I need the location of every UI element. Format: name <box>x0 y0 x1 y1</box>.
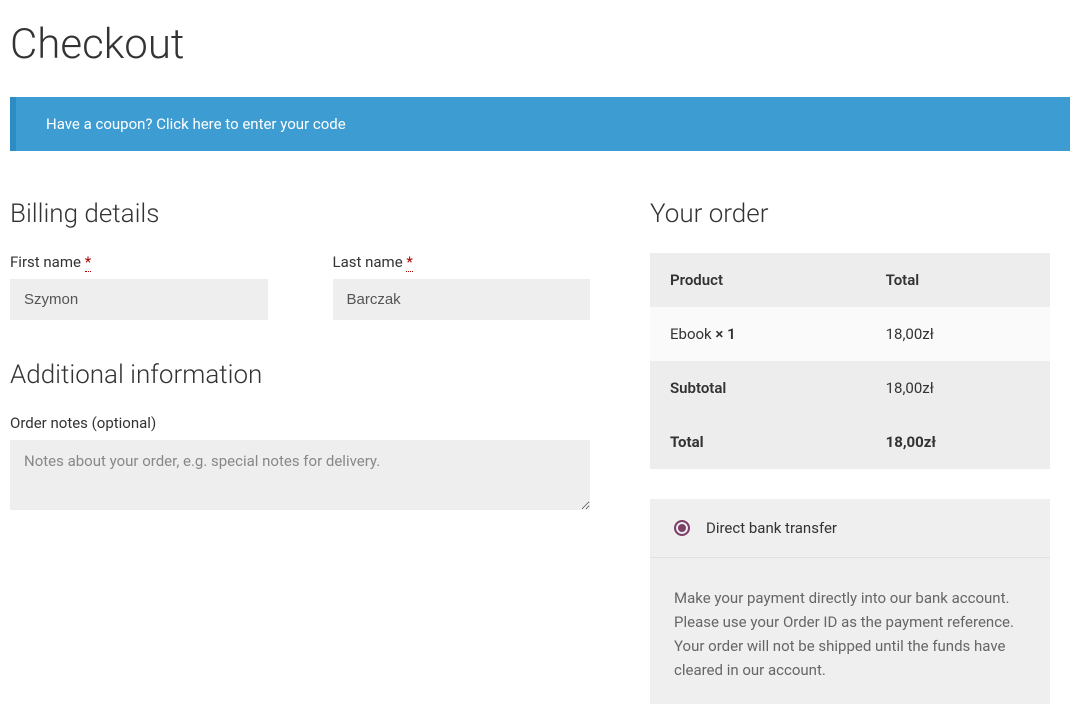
first-name-label: First name * <box>10 253 268 271</box>
first-name-field-wrapper: First name * <box>10 253 268 320</box>
last-name-label-text: Last name <box>333 253 403 271</box>
billing-heading: Billing details <box>10 199 590 229</box>
last-name-input[interactable] <box>333 279 591 320</box>
total-label: Total <box>650 415 866 469</box>
last-name-label: Last name * <box>333 253 591 271</box>
order-table-header-row: Product Total <box>650 253 1050 307</box>
header-total: Total <box>866 253 1050 307</box>
order-notes-textarea[interactable] <box>10 440 590 510</box>
your-order-heading: Your order <box>650 199 1050 229</box>
line-item-name: Ebook <box>670 325 715 343</box>
payment-radio-bank-transfer[interactable] <box>674 520 690 536</box>
header-product: Product <box>650 253 866 307</box>
required-star: * <box>85 253 91 272</box>
payment-method-description: Make your payment directly into our bank… <box>650 558 1050 704</box>
order-total-row: Total 18,00zł <box>650 415 1050 469</box>
subtotal-value: 18,00zł <box>866 361 1050 415</box>
coupon-toggle-link[interactable]: Click here to enter your code <box>156 115 345 133</box>
payment-method-bank-transfer[interactable]: Direct bank transfer <box>650 499 1050 558</box>
additional-info-heading: Additional information <box>10 360 590 390</box>
total-value: 18,00zł <box>866 415 1050 469</box>
line-item-name-cell: Ebook × 1 <box>650 307 866 361</box>
payment-method-label[interactable]: Direct bank transfer <box>706 519 837 537</box>
subtotal-label: Subtotal <box>650 361 866 415</box>
first-name-input[interactable] <box>10 279 268 320</box>
coupon-prompt-text: Have a coupon? <box>46 115 156 133</box>
required-star: * <box>406 253 412 272</box>
first-name-label-text: First name <box>10 253 81 271</box>
order-line-item: Ebook × 1 18,00zł <box>650 307 1050 361</box>
line-item-qty: × 1 <box>715 325 735 343</box>
payment-methods-box: Direct bank transfer Make your payment d… <box>650 499 1050 704</box>
order-subtotal-row: Subtotal 18,00zł <box>650 361 1050 415</box>
last-name-field-wrapper: Last name * <box>333 253 591 320</box>
order-summary-table: Product Total Ebook × 1 18,00zł Subtotal… <box>650 253 1050 469</box>
page-title: Checkout <box>10 20 1070 69</box>
order-notes-label: Order notes (optional) <box>10 414 590 432</box>
coupon-banner[interactable]: Have a coupon? Click here to enter your … <box>10 97 1070 151</box>
line-item-total: 18,00zł <box>866 307 1050 361</box>
